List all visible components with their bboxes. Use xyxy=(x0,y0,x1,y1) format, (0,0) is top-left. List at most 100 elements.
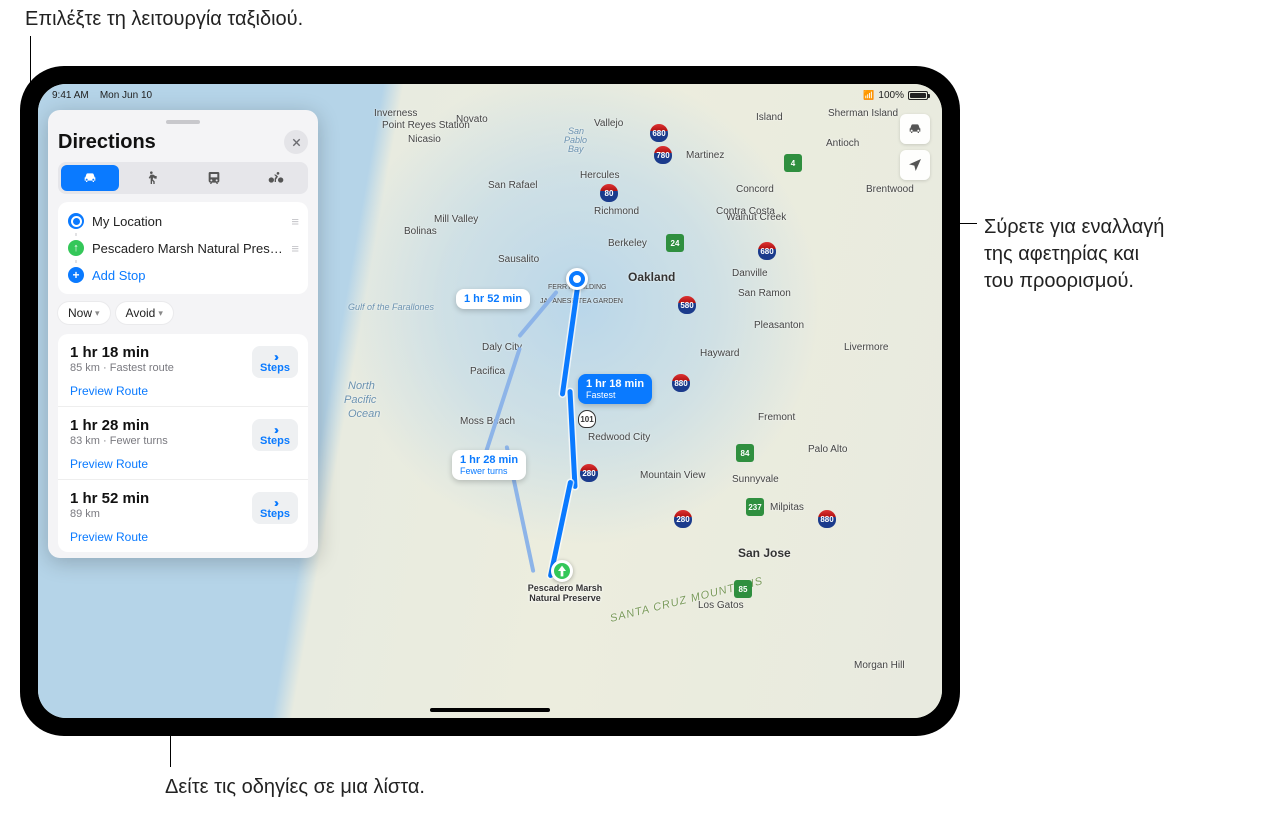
destination-icon: ↑ xyxy=(68,240,84,256)
route-bubble-alt[interactable]: 1 hr 52 min xyxy=(456,289,530,309)
car-icon xyxy=(907,121,923,137)
steps-button[interactable]: ›› Steps xyxy=(252,419,298,451)
route-item[interactable]: 1 hr 28 min 83 km · Fewer turns ›› Steps… xyxy=(58,406,308,479)
statusbar-left: 9:41 AM Mon Jun 10 xyxy=(52,90,152,101)
destination-pin[interactable] xyxy=(551,560,573,582)
stop-dest-label: Pescadero Marsh Natural Preserve xyxy=(92,241,283,256)
shield-i580: 580 xyxy=(678,296,696,314)
stop-start[interactable]: My Location ≡ xyxy=(66,208,300,234)
screen: 9:41 AM Mon Jun 10 100% Pescadero MarshN… xyxy=(38,84,942,718)
panel-grabber[interactable] xyxy=(166,120,200,124)
walk-icon xyxy=(144,170,160,186)
battery-icon xyxy=(908,91,928,100)
city-sanrafael: San Rafael xyxy=(488,180,537,191)
route-bubble-fewer-turns[interactable]: 1 hr 28 min Fewer turns xyxy=(452,450,526,480)
stops-card: My Location ≡ ↑ Pescadero Marsh Natural … xyxy=(58,202,308,294)
status-date: Mon Jun 10 xyxy=(100,90,152,101)
add-stop-button[interactable]: + Add Stop xyxy=(66,261,300,288)
drag-handle-icon[interactable]: ≡ xyxy=(291,241,298,256)
map-mode-button[interactable] xyxy=(900,114,930,144)
city-nicasio: Nicasio xyxy=(408,134,441,145)
city-concord: Concord xyxy=(736,184,774,195)
battery-percent: 100% xyxy=(878,90,904,101)
label-island: Island xyxy=(756,112,783,123)
routes-list: 1 hr 18 min 85 km · Fastest route ›› Ste… xyxy=(58,334,308,552)
callout-top: Επιλέξτε τη λειτουργία ταξιδιού. xyxy=(25,6,303,33)
stop-start-label: My Location xyxy=(92,214,283,229)
city-livermore: Livermore xyxy=(844,342,888,353)
pill-label: Avoid xyxy=(126,306,156,320)
start-pin[interactable] xyxy=(566,268,588,290)
city-hercules: Hercules xyxy=(580,170,619,181)
avoid-button[interactable]: Avoid ▾ xyxy=(116,302,173,324)
status-bar: 9:41 AM Mon Jun 10 100% xyxy=(38,84,942,104)
depart-now-button[interactable]: Now ▾ xyxy=(58,302,110,324)
city-pointreyes: Point Reyes Station xyxy=(382,120,470,131)
ocean-label: Pacific xyxy=(344,394,376,406)
city-oakland: Oakland xyxy=(628,270,675,284)
callout-right: Σύρετε για εναλλαγή της αφετηρίας και το… xyxy=(984,214,1164,295)
preview-route-link[interactable]: Preview Route xyxy=(70,530,296,544)
ocean-label: Ocean xyxy=(348,408,380,420)
shield-101: 101 xyxy=(578,410,596,428)
city-hayward: Hayward xyxy=(700,348,739,359)
steps-button[interactable]: ›› Steps xyxy=(252,492,298,524)
add-stop-label: Add Stop xyxy=(92,268,298,283)
mode-tab-driving[interactable] xyxy=(61,165,119,191)
shield-i680: 680 xyxy=(650,124,668,142)
mode-tab-cycling[interactable] xyxy=(247,165,305,191)
shield-i880b: 880 xyxy=(818,510,836,528)
car-icon xyxy=(82,170,98,186)
shield-24: 24 xyxy=(666,234,684,252)
ipad-frame: 9:41 AM Mon Jun 10 100% Pescadero MarshN… xyxy=(20,66,960,736)
callout-bottom: Δείτε τις οδηγίες σε μια λίστα. xyxy=(165,774,425,801)
route-bubble-fastest[interactable]: 1 hr 18 min Fastest xyxy=(578,374,652,404)
chevrons-right-icon: ›› xyxy=(260,425,290,435)
steps-label: Steps xyxy=(260,435,290,447)
chevrons-right-icon: ›› xyxy=(260,498,290,508)
city-mountainview: Mountain View xyxy=(640,470,705,481)
route-options: Now ▾ Avoid ▾ xyxy=(58,302,308,324)
map-controls xyxy=(900,114,930,180)
label-sherman: Sherman Island xyxy=(828,108,878,119)
city-richmond: Richmond xyxy=(594,206,639,217)
shield-i880a: 880 xyxy=(672,374,690,392)
ocean-label: North xyxy=(348,380,375,392)
route-item[interactable]: 1 hr 18 min 85 km · Fastest route ›› Ste… xyxy=(58,334,308,406)
city-sanramon: San Ramon xyxy=(738,288,791,299)
close-button[interactable] xyxy=(284,130,308,154)
transit-icon xyxy=(206,170,222,186)
route-item[interactable]: 1 hr 52 min 89 km ›› Steps Preview Route xyxy=(58,479,308,552)
city-pleasanton: Pleasanton xyxy=(754,320,804,331)
bay-label: Bay xyxy=(568,144,584,154)
steps-button[interactable]: ›› Steps xyxy=(252,346,298,378)
shield-4: 4 xyxy=(784,154,802,172)
city-antioch: Antioch xyxy=(826,138,859,149)
callout-text: της αφετηρίας και xyxy=(984,243,1139,265)
shield-i680b: 680 xyxy=(758,242,776,260)
city-morganhill: Morgan Hill xyxy=(854,660,905,671)
stop-destination[interactable]: ↑ Pescadero Marsh Natural Preserve ≡ xyxy=(66,234,300,261)
city-inverness: Inverness xyxy=(374,108,417,119)
destination-label: Pescadero MarshNatural Preserve xyxy=(520,584,610,604)
mode-tab-transit[interactable] xyxy=(185,165,243,191)
locate-button[interactable] xyxy=(900,150,930,180)
arrow-up-icon xyxy=(554,563,570,579)
steps-label: Steps xyxy=(260,362,290,374)
steps-label: Steps xyxy=(260,508,290,520)
shield-i780: 780 xyxy=(654,146,672,164)
city-vallejo: Vallejo xyxy=(594,118,623,129)
city-paloalto: Palo Alto xyxy=(808,444,847,455)
city-milpitas: Milpitas xyxy=(770,502,804,513)
panel-title: Directions xyxy=(58,131,156,154)
drag-handle-icon[interactable]: ≡ xyxy=(291,214,298,229)
mode-tab-walking[interactable] xyxy=(123,165,181,191)
city-fremont: Fremont xyxy=(758,412,795,423)
preview-route-link[interactable]: Preview Route xyxy=(70,457,296,471)
home-indicator[interactable] xyxy=(430,708,550,712)
city-brentwood: Brentwood xyxy=(866,184,914,195)
chevron-down-icon: ▾ xyxy=(158,308,163,319)
preview-route-link[interactable]: Preview Route xyxy=(70,384,296,398)
cycle-icon xyxy=(268,170,284,186)
directions-panel: Directions xyxy=(48,110,318,558)
